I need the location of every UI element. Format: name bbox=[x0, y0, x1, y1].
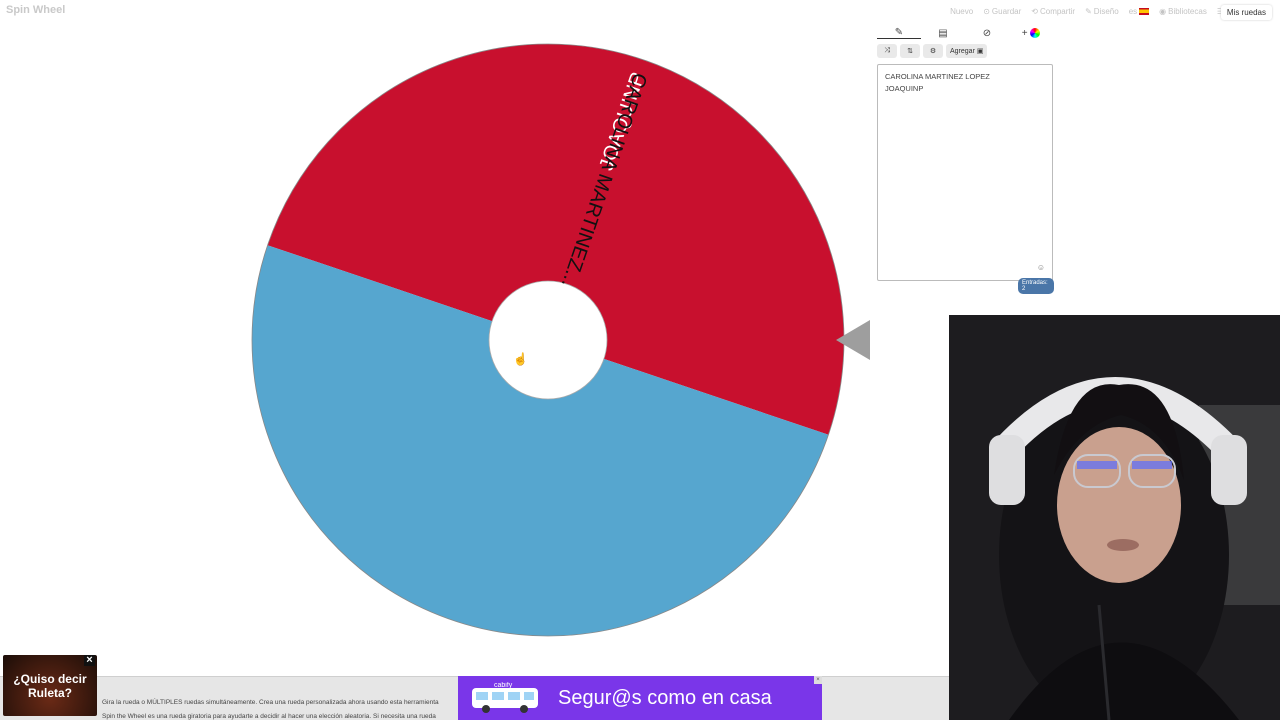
my-wheels-button[interactable]: Mis ruedas bbox=[1220, 5, 1272, 20]
nav-save-label: Guardar bbox=[991, 7, 1022, 16]
cabify-ad-banner[interactable]: cabify Segur@s como en casa × bbox=[458, 676, 822, 720]
roulette-ad-text: ¿Quiso decir Ruleta? bbox=[13, 671, 87, 700]
page: Spin Wheel Nuevo ⊙ Guardar ⟲ Compartir ✎… bbox=[0, 0, 1280, 720]
tab-hide[interactable]: ⊘ bbox=[965, 28, 1009, 39]
top-nav: Nuevo ⊙ Guardar ⟲ Compartir ✎ Diseño es … bbox=[950, 7, 1224, 16]
spain-flag-icon bbox=[1139, 8, 1150, 15]
bus-icon: cabify bbox=[472, 682, 538, 713]
ad-close-icon[interactable]: × bbox=[814, 676, 822, 684]
add-image-label: Agregar bbox=[950, 47, 975, 55]
emoji-icon[interactable]: ☺ bbox=[1037, 262, 1045, 274]
nav-library[interactable]: ◉ Bibliotecas bbox=[1159, 7, 1207, 16]
color-wheel-icon bbox=[1030, 27, 1041, 38]
webcam-person-image bbox=[949, 315, 1280, 720]
editor-tabs: ✎ ▤ ⊘ + bbox=[877, 24, 1054, 42]
tab-edit[interactable]: ✎ bbox=[877, 27, 921, 39]
add-image-button[interactable]: Agregar ▣ bbox=[946, 44, 988, 58]
wheel-pointer-icon bbox=[836, 320, 870, 360]
description-line-1: Gira la rueda o MÚLTIPLES ruedas simultá… bbox=[102, 699, 439, 706]
close-icon[interactable]: × bbox=[84, 655, 95, 666]
entry-line: JOAQUINP bbox=[885, 84, 924, 93]
entries-editor: ✎ ▤ ⊘ + ⤨ ⇅ ⚙ Agregar ▣ CAROLINA MARTINE… bbox=[877, 24, 1054, 294]
banner-brand: cabify bbox=[494, 682, 513, 689]
editor-toolbar: ⤨ ⇅ ⚙ Agregar ▣ bbox=[877, 44, 1054, 58]
nav-save[interactable]: ⊙ Guardar bbox=[983, 7, 1021, 16]
hand-cursor-icon: ☝ bbox=[513, 351, 528, 366]
nav-library-label: Bibliotecas bbox=[1168, 7, 1207, 16]
roulette-ad[interactable]: ¿Quiso decir Ruleta? × bbox=[3, 655, 97, 716]
entries-textarea[interactable]: CAROLINA MARTINEZ LOPEZ JOAQUINP ☺ bbox=[877, 64, 1053, 281]
nav-share[interactable]: ⟲ Compartir bbox=[1031, 7, 1075, 16]
nav-new[interactable]: Nuevo bbox=[950, 7, 973, 16]
nav-design-label: Diseño bbox=[1093, 7, 1119, 16]
entry-line: CAROLINA MARTINEZ LOPEZ bbox=[885, 72, 990, 81]
language-code: es bbox=[1128, 7, 1138, 16]
tab-add-color[interactable]: + bbox=[1009, 28, 1053, 39]
banner-slogan: Segur@s como en casa bbox=[558, 686, 772, 709]
nav-share-label: Compartir bbox=[1039, 7, 1076, 16]
sort-button[interactable]: ⇅ bbox=[900, 44, 920, 58]
shuffle-button[interactable]: ⤨ bbox=[877, 44, 897, 58]
description-line-2: Spin the Wheel es una rueda giratoria pa… bbox=[102, 713, 436, 720]
webcam-overlay bbox=[949, 315, 1280, 720]
settings-button[interactable]: ⚙ bbox=[923, 44, 943, 58]
wheel-center[interactable] bbox=[488, 280, 608, 400]
spin-wheel[interactable]: JOAQUINP CAROLINA MARTINEZ... ☝ bbox=[0, 0, 949, 676]
nav-language[interactable]: es bbox=[1128, 7, 1150, 16]
entries-count-badge: Entradas: 2 bbox=[1018, 278, 1054, 294]
nav-design[interactable]: ✎ Diseño bbox=[1085, 7, 1119, 16]
tab-results[interactable]: ▤ bbox=[921, 28, 965, 39]
